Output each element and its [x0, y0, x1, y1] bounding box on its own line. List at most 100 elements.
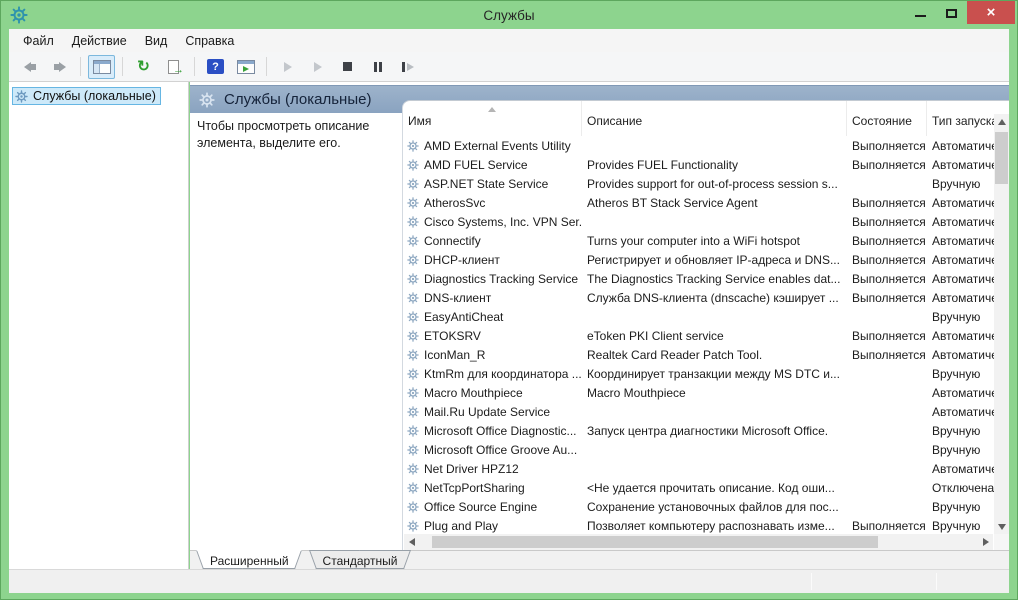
service-startup-type: Автоматически	[932, 271, 994, 286]
gear-icon	[407, 463, 419, 475]
table-row[interactable]: DHCP-клиент Регистрирует и обновляет IP-…	[403, 250, 994, 269]
scroll-left-button[interactable]	[404, 534, 419, 550]
forward-button[interactable]	[46, 55, 73, 79]
scroll-right-button[interactable]	[978, 534, 993, 550]
services-list-panel: Имя Описание Состояние Тип запуска AMD E…	[402, 100, 1009, 550]
service-startup-type: Вручную	[932, 176, 981, 191]
arrow-down-icon	[997, 523, 1006, 530]
gear-icon	[407, 216, 419, 228]
pause-service-button[interactable]	[364, 55, 391, 79]
scroll-up-button[interactable]	[994, 114, 1009, 129]
scrollbar-corner	[994, 534, 1009, 550]
table-row[interactable]: Microsoft Office Groove Au... Вручную	[403, 440, 994, 459]
gear-icon	[407, 311, 419, 323]
horizontal-scrollbar-thumb[interactable]	[432, 536, 878, 548]
services-window: Службы × Файл Действие Вид Справка ↻ → ? Сл…	[0, 0, 1018, 600]
table-row[interactable]: Office Source Engine Сохранение установо…	[403, 497, 994, 516]
service-description: Координирует транзакции между MS DTC и..…	[587, 366, 840, 381]
service-startup-type: Автоматически	[932, 252, 994, 267]
menu-item[interactable]: Файл	[14, 32, 63, 50]
service-description: Provides support for out-of-process sess…	[587, 176, 838, 191]
export-list-icon: →	[168, 59, 184, 75]
sort-asc-icon	[488, 107, 496, 112]
column-header-name[interactable]: Имя	[403, 101, 582, 136]
table-row[interactable]: EasyAntiCheat Вручную	[403, 307, 994, 326]
menu-item[interactable]: Действие	[63, 32, 136, 50]
service-name: AMD FUEL Service	[424, 157, 528, 172]
table-row[interactable]: DNS-клиент Служба DNS-клиента (dnscache)…	[403, 288, 994, 307]
vertical-scrollbar-thumb[interactable]	[995, 132, 1008, 184]
table-row[interactable]: Plug and Play Позволяет компьютеру распо…	[403, 516, 994, 534]
table-row[interactable]: Connectify Turns your computer into a Wi…	[403, 231, 994, 250]
gear-icon	[407, 520, 419, 532]
table-row[interactable]: KtmRm для координатора ... Координирует …	[403, 364, 994, 383]
horizontal-scrollbar[interactable]	[404, 534, 993, 550]
menu-item[interactable]: Справка	[176, 32, 243, 50]
maximize-button[interactable]	[935, 1, 967, 25]
table-row[interactable]: AtherosSvc Atheros BT Stack Service Agen…	[403, 193, 994, 212]
gear-icon	[407, 254, 419, 266]
service-name: Cisco Systems, Inc. VPN Ser...	[424, 214, 582, 229]
service-status: Выполняется	[852, 233, 926, 248]
column-header-status[interactable]: Состояние	[847, 101, 927, 136]
start-service-button[interactable]	[274, 55, 301, 79]
back-arrow-icon	[23, 61, 36, 72]
help-icon: ?	[207, 59, 224, 74]
table-row[interactable]: NetTcpPortSharing <Не удается прочитать …	[403, 478, 994, 497]
minimize-button[interactable]	[905, 1, 935, 25]
service-startup-type: Автоматически	[932, 138, 994, 153]
refresh-button[interactable]: ↻	[130, 55, 157, 79]
gear-icon	[407, 387, 419, 399]
service-description: Сохранение установочных файлов для пос..…	[587, 499, 839, 514]
service-startup-type: Автоматически	[932, 404, 994, 419]
gear-icon	[407, 501, 419, 513]
column-header-description[interactable]: Описание	[582, 101, 847, 136]
tab-standard[interactable]: Стандартный	[306, 550, 415, 570]
service-startup-type: Автоматически	[932, 157, 994, 172]
table-row[interactable]: IconMan_R Realtek Card Reader Patch Tool…	[403, 345, 994, 364]
service-name: ASP.NET State Service	[424, 176, 549, 191]
table-row[interactable]: AMD External Events Utility Выполняется …	[403, 136, 994, 155]
table-row[interactable]: Net Driver HPZ12 Автоматически	[403, 459, 994, 478]
table-row[interactable]: ASP.NET State Service Provides support f…	[403, 174, 994, 193]
table-row[interactable]: Cisco Systems, Inc. VPN Ser... Выполняет…	[403, 212, 994, 231]
service-description: Запуск центра диагностики Microsoft Offi…	[587, 423, 829, 438]
service-name: DNS-клиент	[424, 290, 492, 305]
table-row[interactable]: Microsoft Office Diagnostic... Запуск це…	[403, 421, 994, 440]
table-row[interactable]: Macro Mouthpiece Macro Mouthpiece Автома…	[403, 383, 994, 402]
help-button[interactable]: ?	[202, 55, 229, 79]
gear-icon	[407, 159, 419, 171]
show-console-tree-button[interactable]	[88, 54, 115, 79]
restart-icon	[401, 61, 414, 72]
table-row[interactable]: ETOKSRV eToken PKI Client service Выполн…	[403, 326, 994, 345]
close-button[interactable]: ×	[967, 1, 1015, 24]
service-description: <Не удается прочитать описание. Код оши.…	[587, 480, 835, 495]
table-row[interactable]: Diagnostics Tracking Service The Diagnos…	[403, 269, 994, 288]
resume-service-button[interactable]	[304, 55, 331, 79]
service-status: Выполняется	[852, 214, 926, 229]
service-status: Выполняется	[852, 290, 926, 305]
back-button[interactable]	[16, 55, 43, 79]
service-name: NetTcpPortSharing	[424, 480, 525, 495]
service-name: Connectify	[424, 233, 481, 248]
table-row[interactable]: Mail.Ru Update Service Автоматически	[403, 402, 994, 421]
menu-item[interactable]: Вид	[136, 32, 177, 50]
table-row[interactable]: AMD FUEL Service Provides FUEL Functiona…	[403, 155, 994, 174]
sidebar-item-services-local[interactable]: Службы (локальные)	[12, 87, 161, 105]
show-action-pane-button[interactable]	[232, 55, 259, 79]
tab-extended[interactable]: Расширенный	[193, 550, 306, 570]
scroll-down-button[interactable]	[994, 519, 1009, 534]
vertical-scrollbar[interactable]	[994, 114, 1009, 534]
export-list-button[interactable]: →	[160, 55, 187, 79]
stop-service-button[interactable]	[334, 55, 361, 79]
column-header-startup-type[interactable]: Тип запуска	[927, 101, 994, 136]
service-startup-type: Отключена	[932, 480, 994, 495]
restart-service-button[interactable]	[394, 55, 421, 79]
service-startup-type: Автоматически	[932, 385, 994, 400]
service-status: Выполняется	[852, 195, 926, 210]
service-description: Realtek Card Reader Patch Tool.	[587, 347, 763, 362]
service-status: Выполняется	[852, 157, 926, 172]
gear-icon	[407, 330, 419, 342]
play-icon	[283, 61, 292, 72]
service-description: Provides FUEL Functionality	[587, 157, 738, 172]
